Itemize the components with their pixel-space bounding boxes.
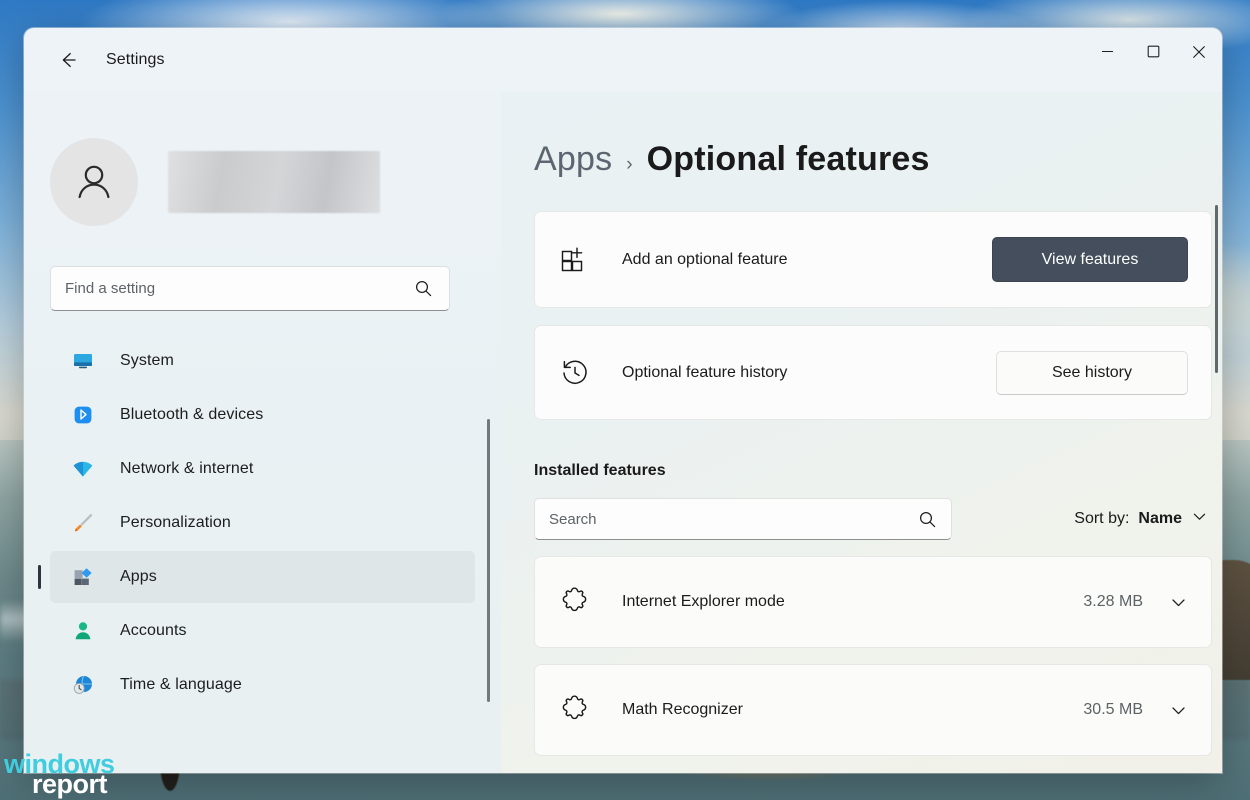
feature-search-input[interactable] [535,511,918,528]
chevron-down-icon[interactable] [1169,593,1188,612]
feature-search-field[interactable] [534,498,952,540]
back-button[interactable] [50,42,86,78]
feature-name: Math Recognizer [622,701,743,719]
person-avatar-icon [71,159,117,205]
sidebar-item-personalization[interactable]: Personalization [50,497,475,549]
sidebar-item-label: Time & language [120,676,242,694]
sort-by-label: Sort by: [1074,510,1129,528]
sidebar-item-time-language[interactable]: Time & language [50,659,475,711]
history-clock-icon [558,358,592,388]
apps-blocks-icon [72,566,94,588]
sidebar-item-apps[interactable]: Apps [50,551,475,603]
person-icon [72,620,94,642]
sidebar-item-label: System [120,352,174,370]
sort-by-dropdown[interactable]: Sort by: Name [1070,502,1212,536]
sort-by-value: Name [1138,510,1182,528]
history-label: Optional feature history [622,364,787,382]
see-history-button[interactable]: See history [996,351,1188,395]
sidebar-nav: System Bluetooth & devices [24,335,501,711]
avatar[interactable] [50,138,138,226]
feature-size: 3.28 MB [1083,593,1143,611]
chevron-down-icon [1191,508,1208,530]
installed-features-heading: Installed features [534,462,1222,480]
sidebar-scrollbar[interactable] [487,419,490,702]
maximize-icon [1147,45,1160,58]
sidebar-item-label: Accounts [120,622,187,640]
search-icon[interactable] [414,279,433,298]
account-name-redacted [168,151,380,213]
window-controls [1084,28,1222,92]
search-icon[interactable] [918,510,937,529]
breadcrumb: Apps › Optional features [534,140,1222,179]
feature-name: Internet Explorer mode [622,593,785,611]
sidebar-item-accounts[interactable]: Accounts [50,605,475,657]
close-button[interactable] [1176,28,1222,75]
page-title: Optional features [647,140,930,179]
add-feature-label: Add an optional feature [622,251,787,269]
sidebar-item-network-internet[interactable]: Network & internet [50,443,475,495]
sidebar-item-label: Network & internet [120,460,253,478]
filter-row: Sort by: Name [534,498,1212,540]
maximize-button[interactable] [1130,28,1176,75]
chevron-down-icon[interactable] [1169,701,1188,720]
optional-feature-history-card: Optional feature history See history [534,325,1212,420]
settings-window: Settings [24,28,1222,773]
search-input[interactable] [51,280,414,297]
puzzle-piece-icon [558,695,592,725]
sidebar-item-system[interactable]: System [50,335,475,387]
puzzle-piece-icon [558,587,592,617]
main-content: Apps › Optional features Add an optional… [501,92,1222,773]
minimize-icon [1101,45,1114,58]
close-icon [1192,45,1206,59]
minimize-button[interactable] [1084,28,1130,75]
monitor-icon [72,350,94,372]
feature-list-item[interactable]: Internet Explorer mode 3.28 MB [534,556,1212,648]
main-scrollbar[interactable] [1215,205,1218,373]
breadcrumb-parent-link[interactable]: Apps [534,140,612,179]
add-feature-icon [558,245,592,275]
add-optional-feature-card: Add an optional feature View features [534,211,1212,308]
app-title: Settings [106,51,165,69]
breadcrumb-separator: › [626,154,632,176]
account-row[interactable] [50,138,501,226]
title-bar: Settings [24,28,1222,92]
wifi-icon [72,458,94,480]
find-setting-field[interactable] [50,266,450,311]
feature-list-item[interactable]: Math Recognizer 30.5 MB [534,664,1212,756]
feature-size: 30.5 MB [1083,701,1143,719]
sidebar-item-label: Bluetooth & devices [120,406,263,424]
sidebar-item-bluetooth-devices[interactable]: Bluetooth & devices [50,389,475,441]
paintbrush-icon [72,512,94,534]
sidebar-item-label: Personalization [120,514,231,532]
sidebar: System Bluetooth & devices [24,92,501,773]
sidebar-item-label: Apps [120,568,157,586]
arrow-left-icon [58,50,78,70]
view-features-button[interactable]: View features [992,237,1188,282]
bluetooth-icon [72,404,94,426]
clock-globe-icon [72,674,94,696]
